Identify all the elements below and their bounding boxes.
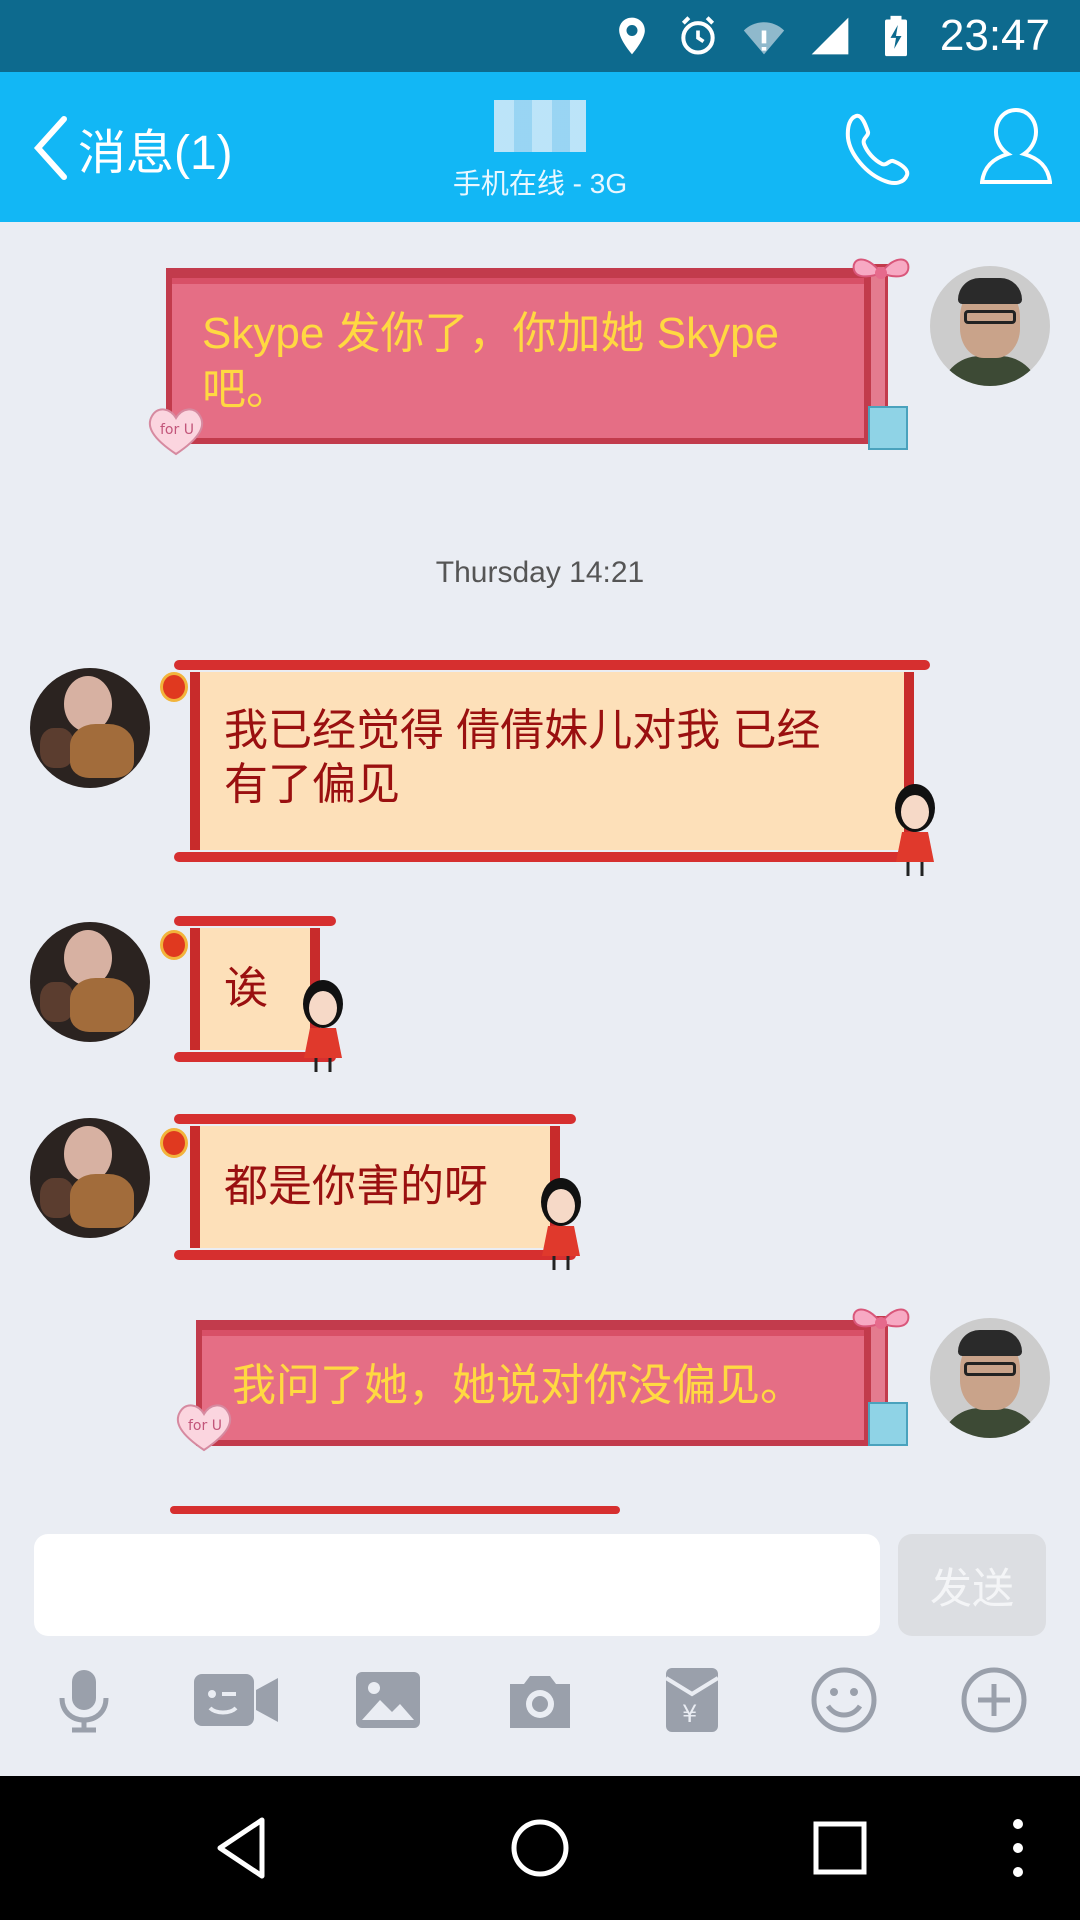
phone-icon[interactable]: [842, 110, 914, 186]
status-icons: 23:47: [610, 8, 1050, 64]
microphone-icon[interactable]: [48, 1664, 120, 1736]
bow-icon: [852, 258, 910, 279]
contact-avatar[interactable]: [30, 1118, 150, 1238]
doll-sticker-icon: [541, 1178, 581, 1270]
contact-avatar[interactable]: [30, 922, 150, 1042]
my-avatar[interactable]: [930, 1318, 1050, 1438]
message-bubble-received[interactable]: 都是你害的呀: [174, 1114, 576, 1260]
my-avatar[interactable]: [930, 266, 1050, 386]
message-list[interactable]: Skype 发你了，你加她 Skype 吧。 for U Thursday 14…: [0, 222, 1080, 1514]
message-text: 都是你害的呀: [224, 1162, 488, 1211]
status-bar: 23:47: [0, 0, 1080, 72]
message-line: 我已经觉得 倩倩妹儿对我 已经: [224, 706, 821, 755]
online-status: 手机在线 - 3G: [452, 168, 628, 199]
home-nav-icon[interactable]: [504, 1812, 576, 1884]
profile-icon[interactable]: [980, 104, 1052, 190]
gift-box-icon: [868, 1402, 908, 1446]
svg-text:for U: for U: [188, 1418, 222, 1434]
message-bubble-sent[interactable]: Skype 发你了，你加她 Skype 吧。: [166, 264, 888, 444]
bow-icon: [852, 1308, 910, 1329]
wifi-icon: [743, 22, 785, 55]
message-text: 我已经觉得 倩倩妹儿对我 已经 有了偏见: [224, 704, 820, 812]
video-call-icon[interactable]: [192, 1664, 282, 1736]
camera-icon[interactable]: [504, 1664, 576, 1736]
location-icon: [619, 17, 645, 55]
chat-header: 消息(1) 手机在线 - 3G: [0, 72, 1080, 222]
message-line: 有了偏见: [224, 760, 400, 809]
emoji-icon[interactable]: [808, 1664, 880, 1736]
contact-avatar[interactable]: [30, 668, 150, 788]
heart-for-u-icon: for U: [176, 1404, 232, 1452]
message-bubble-sent[interactable]: 我问了她，她说对你没偏见。: [196, 1316, 888, 1446]
overflow-menu-icon[interactable]: [982, 1812, 1054, 1884]
image-icon[interactable]: [352, 1664, 424, 1736]
lantern-icon: [160, 1128, 188, 1158]
timestamp: Thursday 14:21: [435, 556, 645, 589]
alarm-icon: [681, 16, 715, 55]
input-bar: 发送 ¥: [0, 1514, 1080, 1776]
lantern-icon: [160, 930, 188, 960]
message-line: 吧。: [202, 365, 290, 414]
more-plus-icon[interactable]: [958, 1664, 1030, 1736]
recents-nav-icon[interactable]: [804, 1812, 876, 1884]
back-nav-icon[interactable]: [206, 1812, 278, 1884]
message-text: Skype 发你了，你加她 Skype 吧。: [202, 306, 779, 418]
svg-text:for U: for U: [160, 422, 194, 438]
red-packet-icon[interactable]: ¥: [656, 1664, 728, 1736]
message-bubble-received[interactable]: 我已经觉得 倩倩妹儿对我 已经 有了偏见: [174, 660, 930, 862]
contact-name-blurred[interactable]: [494, 100, 586, 152]
system-nav-bar: [0, 1776, 1080, 1920]
signal-icon: [811, 17, 849, 55]
doll-sticker-icon: [303, 980, 343, 1072]
lantern-icon: [160, 672, 188, 702]
doll-sticker-icon: [895, 784, 935, 876]
message-text: 我问了她，她说对你没偏见。: [232, 1361, 804, 1410]
send-button[interactable]: 发送: [898, 1534, 1046, 1636]
gift-box-icon: [868, 406, 908, 450]
message-line: Skype 发你了，你加她 Skype: [202, 309, 780, 358]
message-bubble-partial: [170, 1506, 620, 1514]
heart-for-u-icon: for U: [148, 408, 204, 456]
message-text: 诶: [224, 964, 268, 1013]
status-time: 23:47: [939, 11, 1050, 60]
battery-charging-icon: [884, 15, 907, 57]
svg-text:¥: ¥: [682, 1700, 697, 1728]
message-input[interactable]: [34, 1534, 880, 1636]
